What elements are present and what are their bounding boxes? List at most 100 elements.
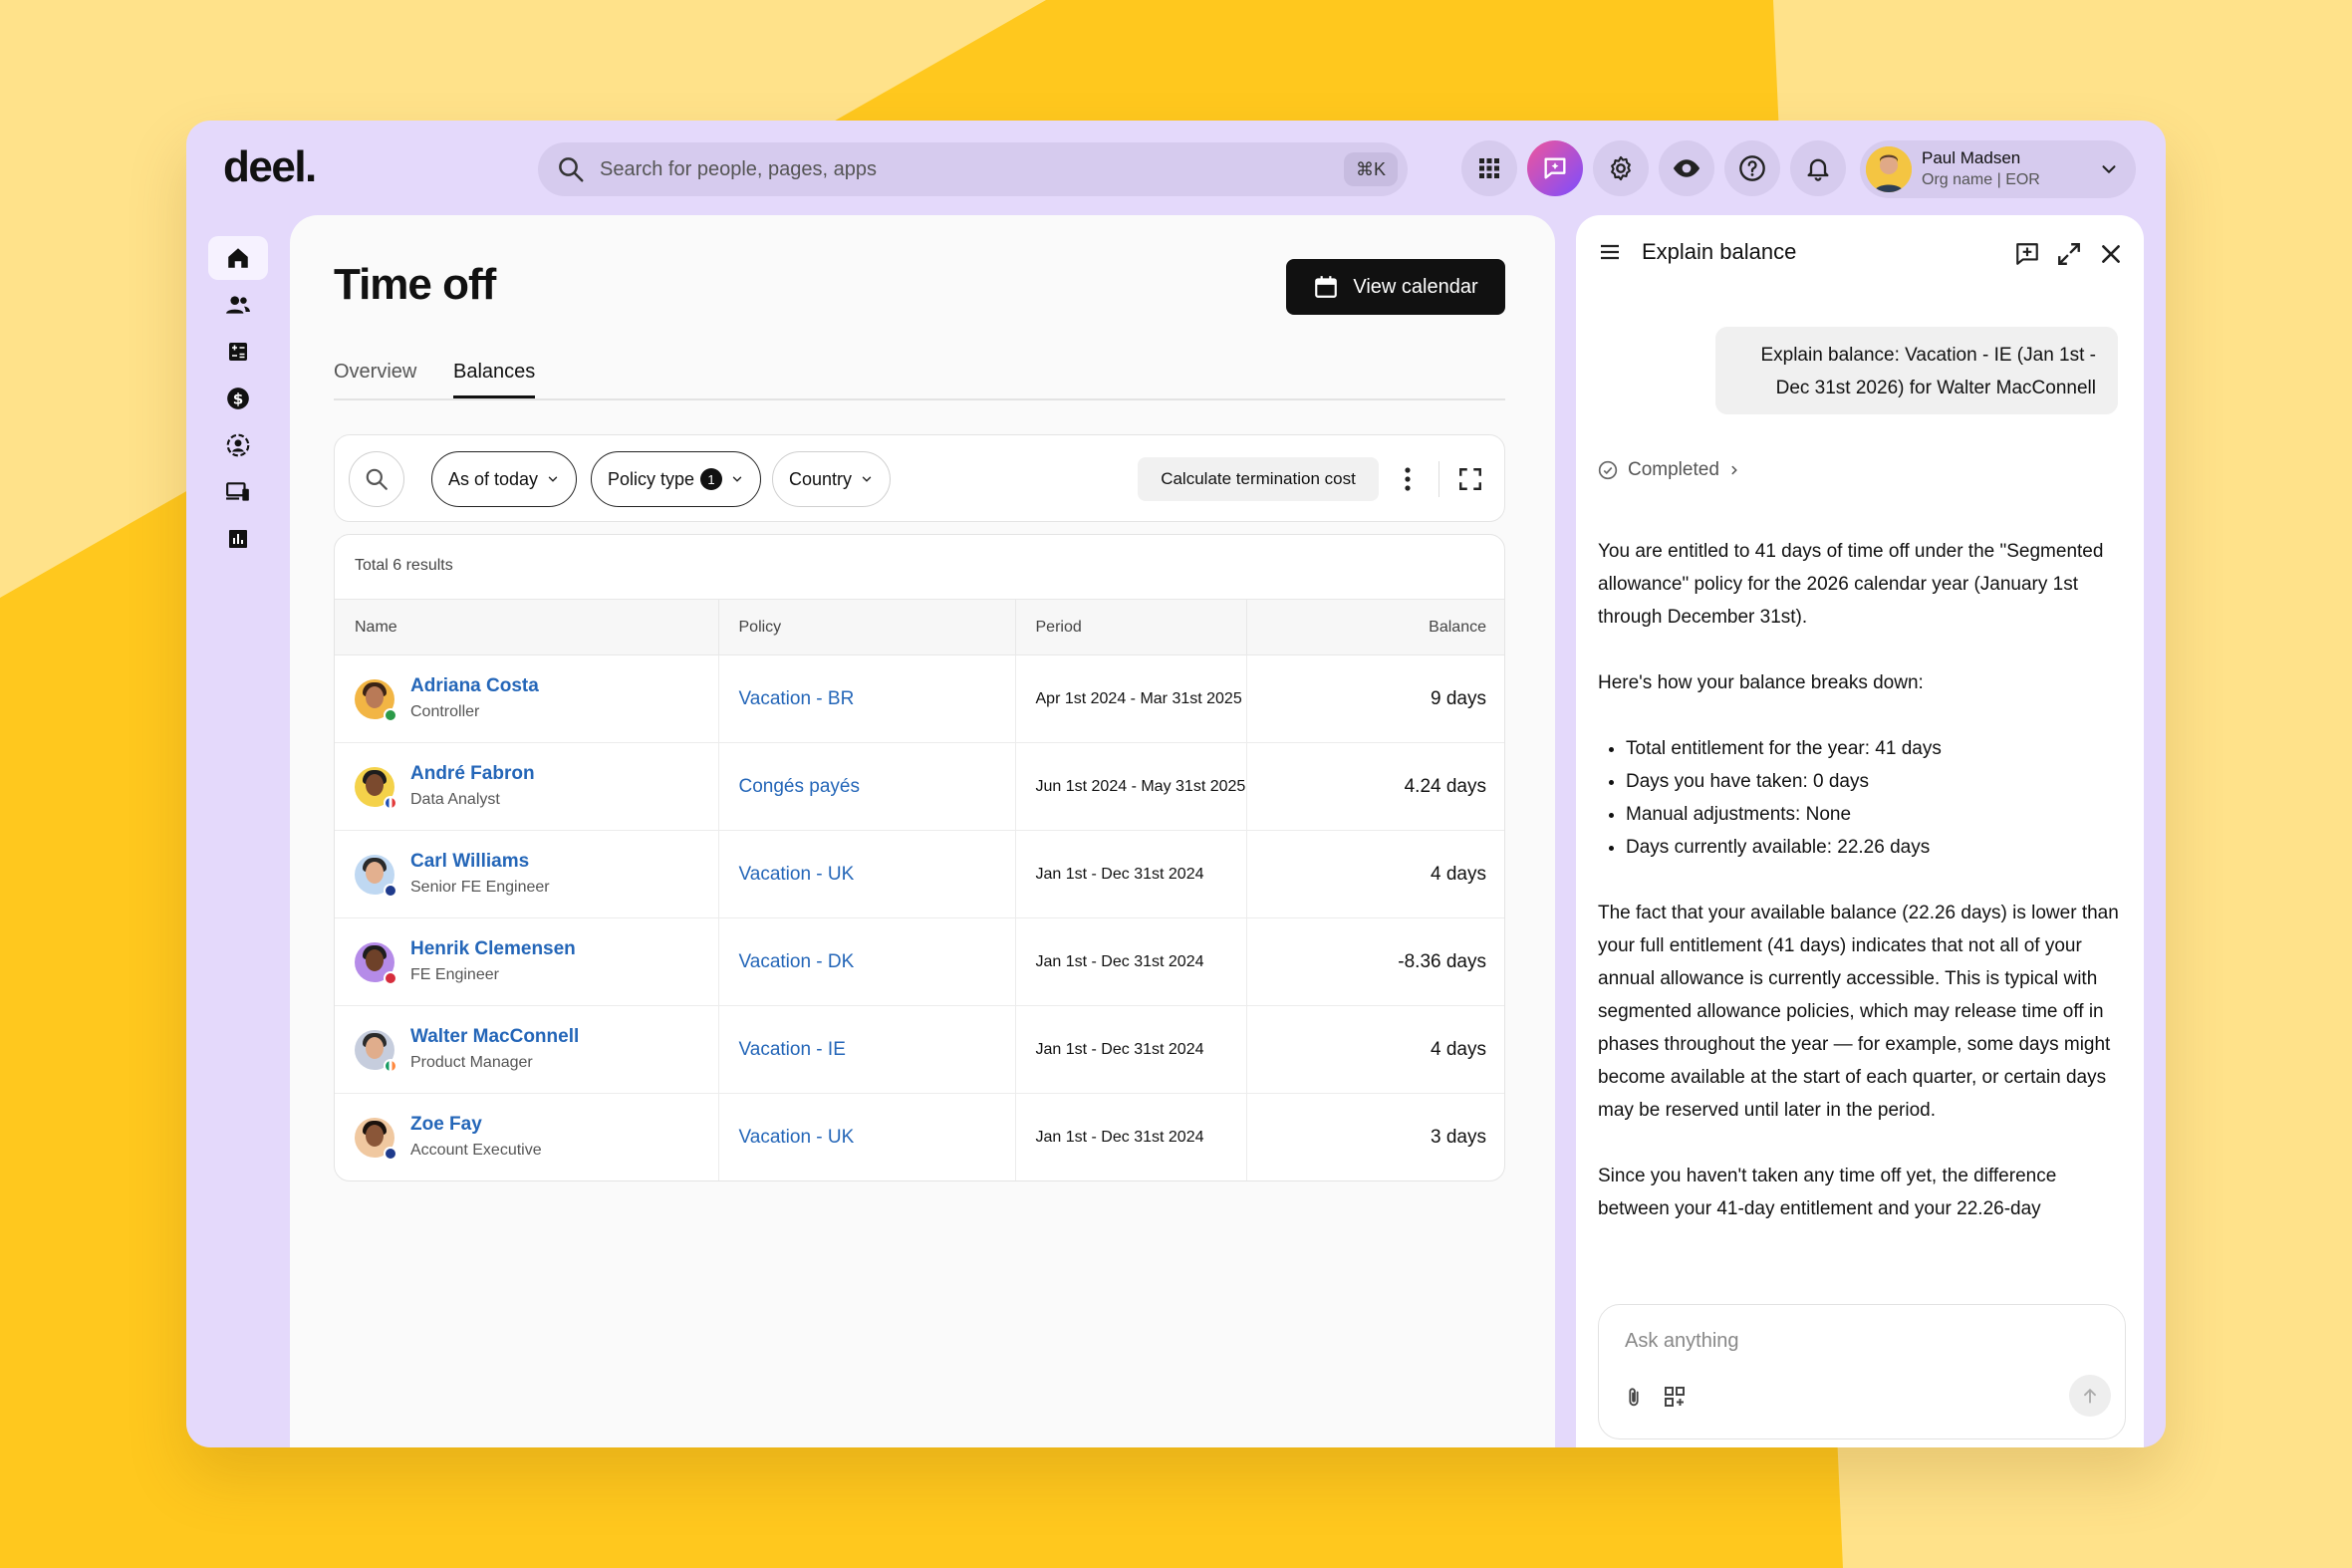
sidebar-item-analytics[interactable]	[208, 517, 268, 561]
chevron-down-icon	[732, 476, 742, 482]
column-header-period[interactable]: Period	[1014, 599, 1246, 655]
policy-type-filter[interactable]: Policy type 1	[591, 451, 762, 507]
country-filter[interactable]: Country	[772, 451, 892, 507]
ai-assistant-button[interactable]	[1527, 140, 1583, 196]
answer-paragraph: The fact that your available balance (22…	[1598, 903, 2119, 1121]
avatar	[355, 941, 397, 985]
table-row[interactable]: Henrik Clemensen FE Engineer Vacation - D…	[335, 917, 1504, 1006]
gear-icon	[1611, 155, 1631, 181]
balance-cell: 4 days	[1245, 1005, 1504, 1094]
search-bar[interactable]: Search for people, pages, apps ⌘K	[538, 142, 1408, 196]
home-icon	[228, 248, 248, 268]
employee-role: Account Executive	[410, 1141, 542, 1159]
sidebar-item-directory[interactable]	[208, 423, 268, 467]
table-row[interactable]: Walter MacConnell Product Manager Vacatio…	[335, 1005, 1504, 1094]
period-cell: Jan 1st - Dec 31st 2024	[1014, 917, 1246, 1006]
chat-composer[interactable]: Ask anything	[1598, 1304, 2126, 1439]
list-item: Manual adjustments: None	[1626, 798, 2126, 831]
employee-role: FE Engineer	[410, 965, 499, 983]
table-row[interactable]: Adriana Costa Controller Vacation - BR Ap…	[335, 654, 1504, 743]
table-row[interactable]: Carl Williams Senior FE Engineer Vacation…	[335, 830, 1504, 918]
list-item: Days you have taken: 0 days	[1626, 765, 2126, 798]
employee-name-link[interactable]: Zoe Fay	[410, 1112, 542, 1138]
policy-link[interactable]: Vacation - BR	[717, 654, 1015, 743]
sidebar-item-devices[interactable]	[208, 470, 268, 514]
policy-link[interactable]: Vacation - DK	[717, 917, 1015, 1006]
policy-type-count-badge: 1	[700, 468, 723, 490]
policy-link[interactable]: Vacation - UK	[717, 1093, 1015, 1180]
period-cell: Apr 1st 2024 - Mar 31st 2025	[1014, 654, 1246, 743]
balances-table-card: Total 6 results Name Policy Period Balan…	[334, 534, 1505, 1181]
devices-icon	[226, 482, 249, 501]
filter-bar: As of today Policy type 1 Country Calcul…	[334, 434, 1505, 522]
page-title: Time off	[334, 260, 496, 309]
list-item: Days currently available: 22.26 days	[1626, 831, 2126, 864]
send-button[interactable]	[2069, 1375, 2111, 1417]
fullscreen-button[interactable]	[1452, 461, 1488, 497]
column-header-balance[interactable]: Balance	[1245, 599, 1504, 655]
avatar	[355, 1029, 397, 1073]
policy-link[interactable]: Congés payés	[717, 742, 1015, 831]
attach-button[interactable]	[1623, 1385, 1645, 1416]
table-row[interactable]: André Fabron Data Analyst Congés payés Ju…	[335, 742, 1504, 831]
calculator-icon	[229, 343, 247, 361]
check-circle-icon	[1598, 460, 1618, 480]
table-header-row: Name Policy Period Balance	[335, 599, 1504, 655]
new-chat-button[interactable]	[2014, 241, 2040, 267]
period-cell: Jun 1st 2024 - May 31st 2025	[1014, 742, 1246, 831]
eye-icon	[1673, 159, 1700, 177]
dollar-icon: $	[227, 388, 249, 409]
ask-input[interactable]: Ask anything	[1625, 1330, 1739, 1353]
column-header-policy[interactable]: Policy	[717, 599, 1015, 655]
sidebar-item-payments[interactable]: $	[208, 377, 268, 420]
user-menu[interactable]: Paul Madsen Org name | EOR	[1860, 140, 2136, 198]
calculate-termination-cost-button[interactable]: Calculate termination cost	[1138, 457, 1379, 501]
calendar-icon	[1315, 276, 1338, 298]
deel-logo[interactable]: deel.	[223, 142, 317, 192]
preview-button[interactable]	[1659, 140, 1714, 196]
view-calendar-button[interactable]: View calendar	[1286, 259, 1505, 315]
assistant-panel: Explain balance Explain balance: Vacatio…	[1576, 215, 2144, 1447]
sidebar-item-calculator[interactable]	[208, 330, 268, 374]
employee-role: Senior FE Engineer	[410, 878, 550, 896]
tab-balances[interactable]: Balances	[453, 361, 536, 398]
policy-type-filter-label: Policy type	[608, 468, 695, 489]
help-button[interactable]	[1724, 140, 1780, 196]
apps-grid-button[interactable]	[1461, 140, 1517, 196]
bell-icon	[1807, 158, 1829, 181]
grid-icon	[1479, 158, 1499, 178]
add-widget-button[interactable]	[1663, 1385, 1687, 1414]
period-cell: Jan 1st - Dec 31st 2024	[1014, 830, 1246, 918]
sidebar-item-people[interactable]	[208, 283, 268, 327]
tab-overview[interactable]: Overview	[334, 361, 416, 395]
close-button[interactable]	[2098, 241, 2124, 267]
completed-label: Completed	[1628, 459, 1719, 480]
employee-name-link[interactable]: André Fabron	[410, 761, 535, 787]
settings-button[interactable]	[1593, 140, 1649, 196]
sidebar-item-home[interactable]	[208, 236, 268, 280]
more-options-button[interactable]	[1393, 457, 1423, 501]
employee-name-link[interactable]: Adriana Costa	[410, 673, 539, 699]
notifications-button[interactable]	[1790, 140, 1846, 196]
column-header-name[interactable]: Name	[335, 599, 718, 655]
menu-icon[interactable]	[1598, 240, 1622, 264]
employee-name-link[interactable]: Carl Williams	[410, 849, 550, 875]
employee-role: Data Analyst	[410, 790, 500, 808]
chevron-down-icon	[2102, 165, 2116, 173]
policy-link[interactable]: Vacation - UK	[717, 830, 1015, 918]
period-cell: Jan 1st - Dec 31st 2024	[1014, 1093, 1246, 1180]
search-input[interactable]: Search for people, pages, apps	[600, 158, 877, 181]
table-row[interactable]: Zoe Fay Account Executive Vacation - UK J…	[335, 1093, 1504, 1180]
expand-button[interactable]	[2056, 241, 2082, 267]
search-icon	[366, 468, 388, 490]
period-cell: Jan 1st - Dec 31st 2024	[1014, 1005, 1246, 1094]
completed-status[interactable]: Completed	[1598, 459, 1751, 481]
expand-icon	[2058, 243, 2080, 265]
as-of-filter[interactable]: As of today	[431, 451, 578, 507]
policy-link[interactable]: Vacation - IE	[717, 1005, 1015, 1094]
new-chat-icon	[2016, 243, 2038, 265]
list-item: Total entitlement for the year: 41 days	[1626, 732, 2126, 765]
employee-name-link[interactable]: Henrik Clemensen	[410, 936, 576, 962]
employee-name-link[interactable]: Walter MacConnell	[410, 1024, 579, 1050]
table-search-button[interactable]	[349, 451, 404, 507]
